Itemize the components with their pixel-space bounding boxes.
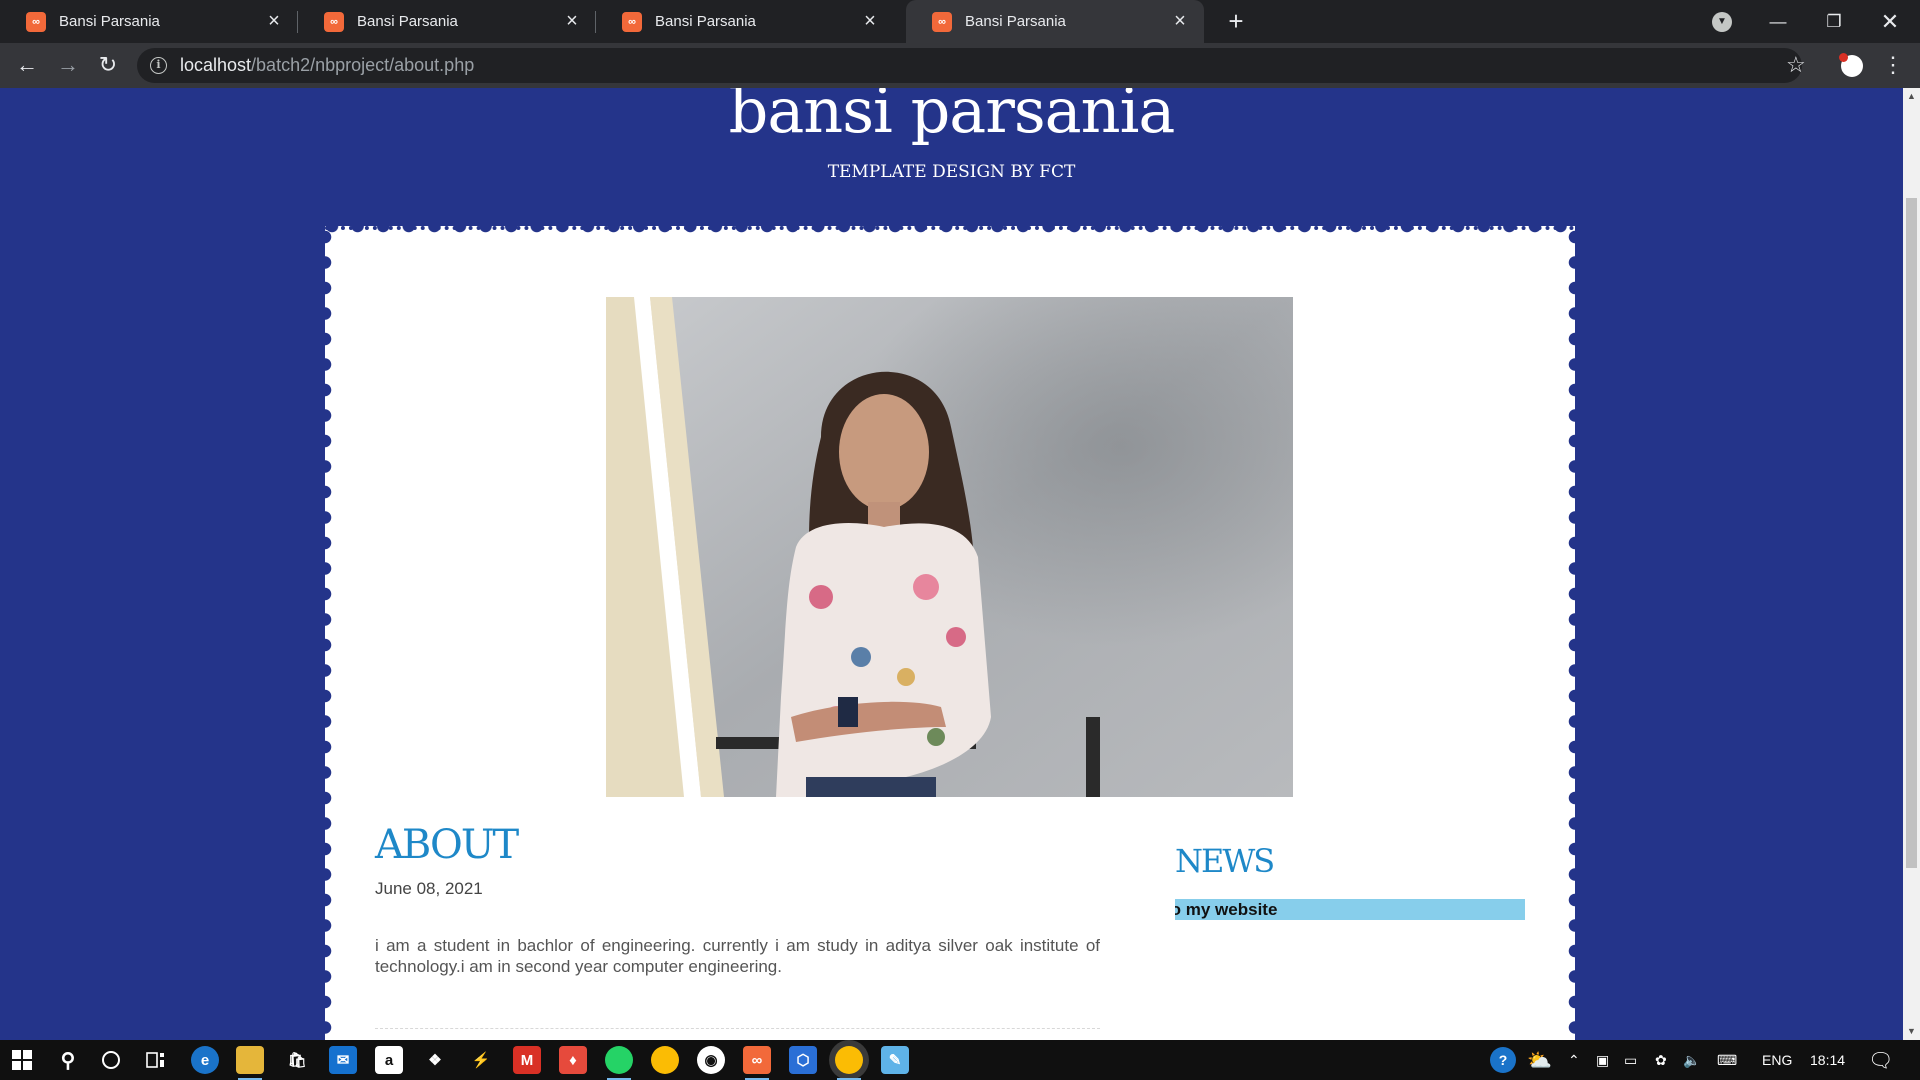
scrollbar-thumb[interactable] [1906,198,1917,868]
language-indicator[interactable]: ENG [1762,1040,1792,1080]
page-viewport: bansi parsania TEMPLATE DESIGN BY FCT AB… [0,88,1903,1040]
search-icon[interactable]: ⚲ [54,1046,82,1074]
browser-tab-strip: ∞ Bansi Parsania × ∞ Bansi Parsania × ∞ … [0,0,1920,43]
dropbox-icon[interactable]: ❖ [421,1046,449,1074]
close-icon[interactable]: × [1170,11,1190,31]
whatsapp-icon[interactable] [605,1046,633,1080]
volume-icon[interactable]: 🔈 [1683,1040,1700,1080]
back-arrow-icon[interactable]: ← [11,49,43,81]
profile-photo-image [606,297,1293,797]
notification-center-icon[interactable]: 🗨 [1868,1040,1893,1080]
close-icon[interactable]: × [860,11,880,31]
notepad-icon[interactable]: ✎ [881,1046,909,1074]
card-scallop-left [318,230,332,1040]
bookmark-star-icon[interactable]: ☆ [1786,53,1806,77]
url-text: localhost/batch2/nbproject/about.php [180,55,474,76]
url-path: /batch2/nbproject/about.php [251,55,475,75]
site-tagline: TEMPLATE DESIGN BY FCT [827,162,1076,182]
close-window-button[interactable]: ✕ [1862,0,1918,43]
windows-taskbar: ⚲ e 🛍 ✉ a ❖ ⚡ M ♦ ◉ ∞ ⬡ ✎ ? ⛅ ⌃ ▣ ▭ ✿ 🔈 … [0,1040,1920,1080]
windows-start-icon[interactable] [8,1046,36,1074]
reload-icon[interactable]: ↻ [92,49,124,81]
weather-icon[interactable]: ⛅ [1527,1040,1552,1080]
content-card: ABOUT June 08, 2021 i am a student in ba… [318,219,1582,1040]
scroll-up-arrow-icon[interactable]: ▲ [1903,88,1920,105]
about-body-text: i am a student in bachlor of engineering… [375,936,1100,976]
minimize-button[interactable]: — [1750,0,1806,43]
store-icon[interactable]: 🛍 [283,1046,311,1074]
battery-icon[interactable]: ▭ [1624,1040,1637,1080]
chrome-icon[interactable] [651,1046,679,1074]
new-tab-button[interactable]: + [1221,6,1251,36]
xampp-icon: ∞ [622,11,642,32]
clock[interactable]: 18:14 [1810,1040,1845,1080]
xampp-icon: ∞ [324,11,344,32]
wifi-icon[interactable]: ✿ [1655,1040,1667,1080]
anydesk-icon[interactable]: ♦ [559,1046,587,1074]
xampp-icon: ∞ [26,11,46,32]
chevron-up-icon[interactable]: ⌃ [1568,1040,1580,1080]
card-scallop-top [325,219,1575,233]
profile-photo [606,297,1293,797]
page-scrollbar[interactable]: ▲ ▼ [1903,88,1920,1040]
virtualbox-icon[interactable]: ⬡ [789,1046,817,1074]
close-icon[interactable]: × [562,11,582,31]
keyboard-icon[interactable]: ⌨ [1717,1040,1737,1080]
content-divider [375,1028,1100,1029]
tab-title: Bansi Parsania [965,13,1066,30]
notification-dot [1839,53,1848,62]
browser-tab-2[interactable]: ∞ Bansi Parsania × [298,0,596,43]
xampp-icon[interactable]: ∞ [743,1046,771,1080]
tab-title: Bansi Parsania [357,13,458,30]
browser-tab-1[interactable]: ∞ Bansi Parsania × [0,0,298,43]
winamp-icon[interactable]: ⚡ [467,1046,495,1074]
card-scallop-right [1568,230,1582,1040]
file-explorer-icon[interactable] [236,1046,264,1080]
profile-avatar-icon[interactable] [1839,53,1863,77]
url-host: localhost [180,55,252,75]
news-heading: NEWS [1175,842,1275,880]
menu-dots-icon[interactable]: ⋮ [1882,52,1904,78]
browser-tab-4-active[interactable]: ∞ Bansi Parsania × [906,0,1204,43]
github-icon[interactable]: ◉ [697,1046,725,1074]
gmail-icon[interactable]: M [513,1046,541,1074]
about-date: June 08, 2021 [375,879,483,898]
about-heading: ABOUT [375,822,519,868]
restore-button[interactable]: ❐ [1806,0,1862,43]
tab-title: Bansi Parsania [59,13,160,30]
cortana-icon[interactable] [97,1046,125,1074]
edge-icon[interactable]: e [191,1046,219,1074]
news-marquee-text: to my website [1175,900,1278,919]
tab-search-icon[interactable]: ▼ [1712,12,1732,32]
site-info-icon[interactable]: i [150,57,167,74]
forward-arrow-icon[interactable]: → [52,49,84,81]
chrome-active-icon[interactable] [835,1046,863,1080]
meet-icon[interactable]: ▣ [1596,1040,1609,1080]
amazon-icon[interactable]: a [375,1046,403,1074]
mail-icon[interactable]: ✉ [329,1046,357,1074]
close-icon[interactable]: × [264,11,284,31]
scroll-down-arrow-icon[interactable]: ▼ [1903,1023,1920,1040]
address-bar[interactable]: i localhost/batch2/nbproject/about.php [137,48,1802,83]
xampp-icon: ∞ [932,11,952,32]
browser-tab-3[interactable]: ∞ Bansi Parsania × [596,0,894,43]
site-title: bansi parsania [728,88,1176,147]
browser-toolbar: ← → ↻ i localhost/batch2/nbproject/about… [0,43,1920,88]
help-icon[interactable]: ? [1490,1040,1516,1080]
task-view-icon[interactable] [142,1046,170,1074]
tab-title: Bansi Parsania [655,13,756,30]
news-marquee: to my website [1175,899,1525,920]
